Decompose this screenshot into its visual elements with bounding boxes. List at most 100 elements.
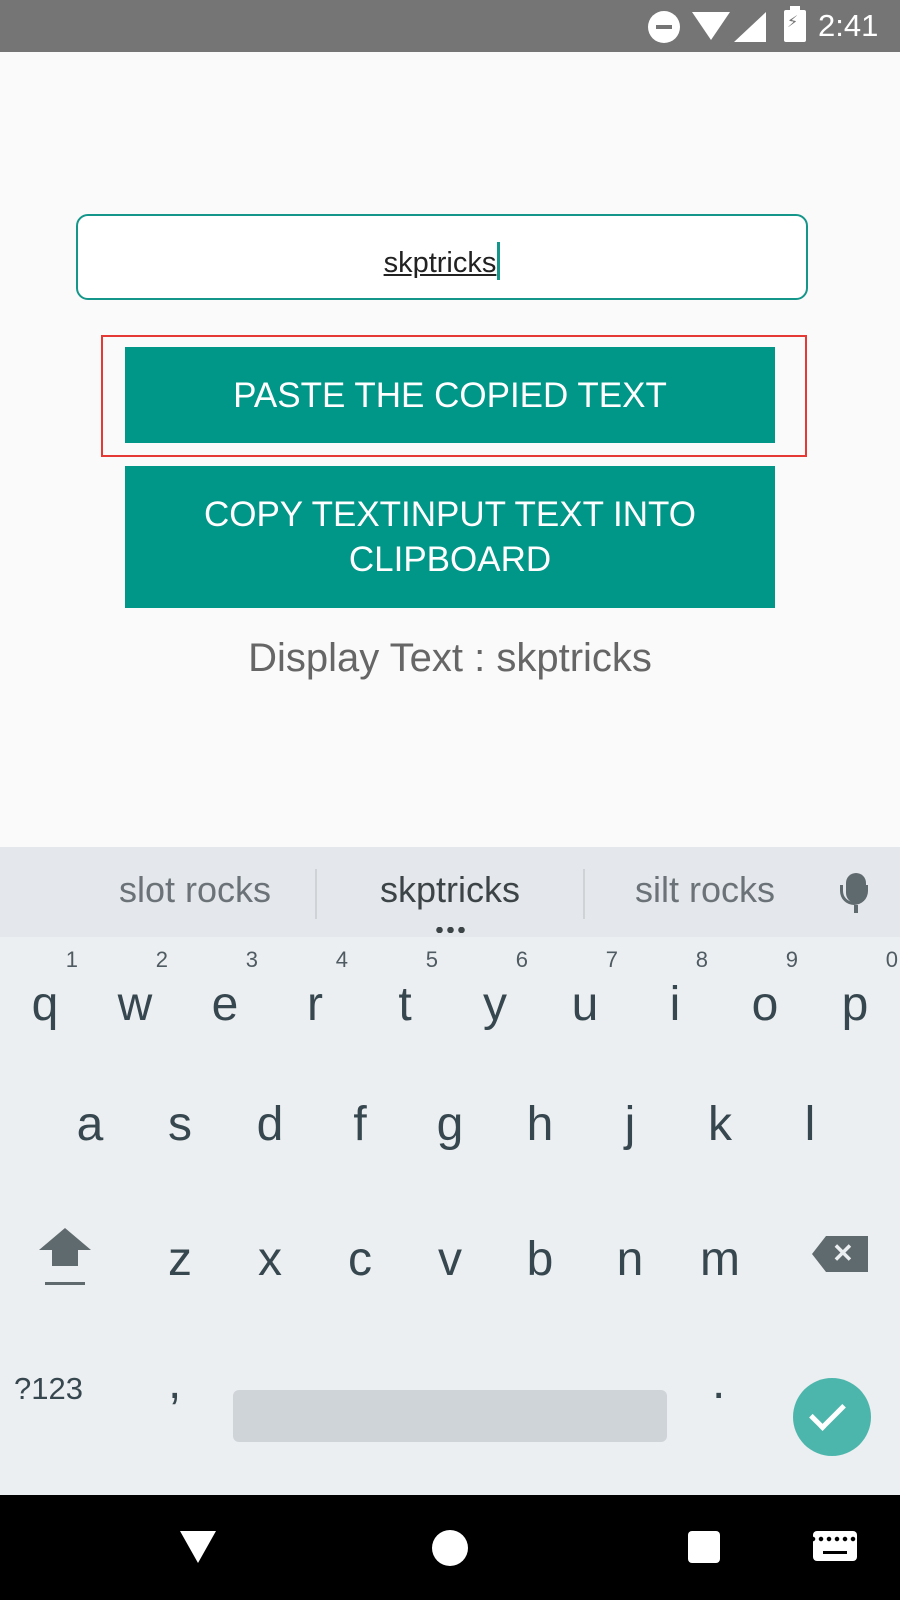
key-letter: d [256, 1098, 284, 1151]
key-l[interactable]: l [765, 1067, 855, 1187]
shift-arrow-icon [39, 1228, 91, 1250]
key-letter: l [804, 1098, 816, 1151]
key-letter: o [751, 978, 779, 1031]
more-suggestions-icon[interactable] [434, 927, 466, 933]
suggestion-item[interactable]: silt rocks [605, 869, 805, 911]
key-hint: 4 [335, 947, 348, 972]
key-letter: y [483, 978, 507, 1031]
suggestion-strip: slot rocks skptricks silt rocks [0, 847, 900, 937]
backspace-icon [812, 1236, 868, 1272]
key-hint: 0 [885, 947, 898, 972]
key-e[interactable]: 3e [180, 947, 270, 1067]
key-hint: 1 [65, 947, 78, 972]
spacebar[interactable] [233, 1390, 667, 1442]
key-letter: k [708, 1098, 732, 1151]
key-hint: 8 [695, 947, 708, 972]
key-letter: w [117, 978, 153, 1031]
key-letter: j [624, 1098, 636, 1151]
key-letter: c [348, 1233, 372, 1286]
do-not-disturb-icon [648, 11, 680, 43]
home-icon[interactable] [432, 1530, 468, 1566]
text-input-field[interactable]: skptricks [76, 214, 808, 300]
period-key[interactable]: . [712, 1355, 725, 1410]
wifi-icon [692, 12, 730, 40]
key-hint: 2 [155, 947, 168, 972]
key-a[interactable]: a [45, 1067, 135, 1187]
key-m[interactable]: m [675, 1202, 765, 1322]
key-letter: v [438, 1233, 462, 1286]
key-i[interactable]: 8i [630, 947, 720, 1067]
key-letter: h [526, 1098, 554, 1151]
key-letter: n [616, 1233, 644, 1286]
key-letter: a [76, 1098, 104, 1151]
soft-keyboard: slot rocks skptricks silt rocks 1q 2w 3e… [0, 847, 900, 1495]
key-s[interactable]: s [135, 1067, 225, 1187]
key-hint: 9 [785, 947, 798, 972]
key-letter: p [841, 978, 869, 1031]
shift-underline [45, 1282, 85, 1285]
key-f[interactable]: f [315, 1067, 405, 1187]
key-k[interactable]: k [675, 1067, 765, 1187]
shift-arrow-stem [52, 1250, 78, 1266]
back-icon[interactable] [180, 1531, 216, 1563]
keyboard-switch-icon[interactable] [813, 1531, 857, 1561]
key-c[interactable]: c [315, 1202, 405, 1322]
key-letter: x [258, 1233, 282, 1286]
recents-icon[interactable] [688, 1531, 720, 1563]
key-hint: 3 [245, 947, 258, 972]
comma-key[interactable]: , [168, 1355, 181, 1410]
key-y[interactable]: 6y [450, 947, 540, 1067]
key-q[interactable]: 1q [0, 947, 90, 1067]
key-o[interactable]: 9o [720, 947, 810, 1067]
suggestion-item[interactable]: slot rocks [100, 869, 290, 911]
key-letter: u [571, 978, 599, 1031]
backspace-key[interactable] [800, 1202, 880, 1322]
display-text: Display Text : skptricks [248, 636, 652, 680]
key-letter: z [168, 1233, 192, 1286]
key-r[interactable]: 4r [270, 947, 360, 1067]
key-letter: i [669, 978, 681, 1031]
key-hint: 5 [425, 947, 438, 972]
key-d[interactable]: d [225, 1067, 315, 1187]
key-x[interactable]: x [225, 1202, 315, 1322]
key-letter: g [436, 1098, 464, 1151]
key-letter: t [398, 978, 412, 1031]
suggestion-divider [583, 869, 585, 919]
key-n[interactable]: n [585, 1202, 675, 1322]
key-letter: b [526, 1233, 554, 1286]
key-z[interactable]: z [135, 1202, 225, 1322]
key-h[interactable]: h [495, 1067, 585, 1187]
paste-button-label: PASTE THE COPIED TEXT [233, 375, 667, 415]
key-hint: 7 [605, 947, 618, 972]
key-letter: q [31, 978, 59, 1031]
symbols-key[interactable]: ?123 [14, 1371, 83, 1407]
key-letter: m [700, 1233, 740, 1286]
key-hint: 6 [515, 947, 528, 972]
microphone-icon[interactable] [840, 873, 868, 913]
copy-button-label: COPY TEXTINPUT TEXT INTO CLIPBOARD [203, 495, 697, 579]
key-letter: f [353, 1098, 367, 1151]
text-cursor [497, 242, 501, 280]
key-letter: e [211, 978, 239, 1031]
key-g[interactable]: g [405, 1067, 495, 1187]
key-p[interactable]: 0p [810, 947, 900, 1067]
battery-charging-icon [784, 6, 806, 42]
key-u[interactable]: 7u [540, 947, 630, 1067]
key-b[interactable]: b [495, 1202, 585, 1322]
suggestion-item-primary[interactable]: skptricks [350, 869, 550, 911]
key-w[interactable]: 2w [90, 947, 180, 1067]
status-time: 2:41 [818, 8, 879, 43]
key-letter: s [168, 1098, 192, 1151]
key-j[interactable]: j [585, 1067, 675, 1187]
enter-check-icon[interactable] [793, 1378, 871, 1456]
shift-key[interactable] [15, 1202, 115, 1322]
suggestion-divider [315, 869, 317, 919]
status-bar: 2:41 [0, 0, 900, 52]
key-t[interactable]: 5t [360, 947, 450, 1067]
key-letter: r [307, 978, 323, 1031]
key-v[interactable]: v [405, 1202, 495, 1322]
copy-to-clipboard-button[interactable]: COPY TEXTINPUT TEXT INTO CLIPBOARD [125, 466, 775, 608]
paste-copied-text-button[interactable]: PASTE THE COPIED TEXT [125, 347, 775, 443]
text-input-value: skptricks [78, 242, 806, 280]
navigation-bar [0, 1495, 900, 1600]
